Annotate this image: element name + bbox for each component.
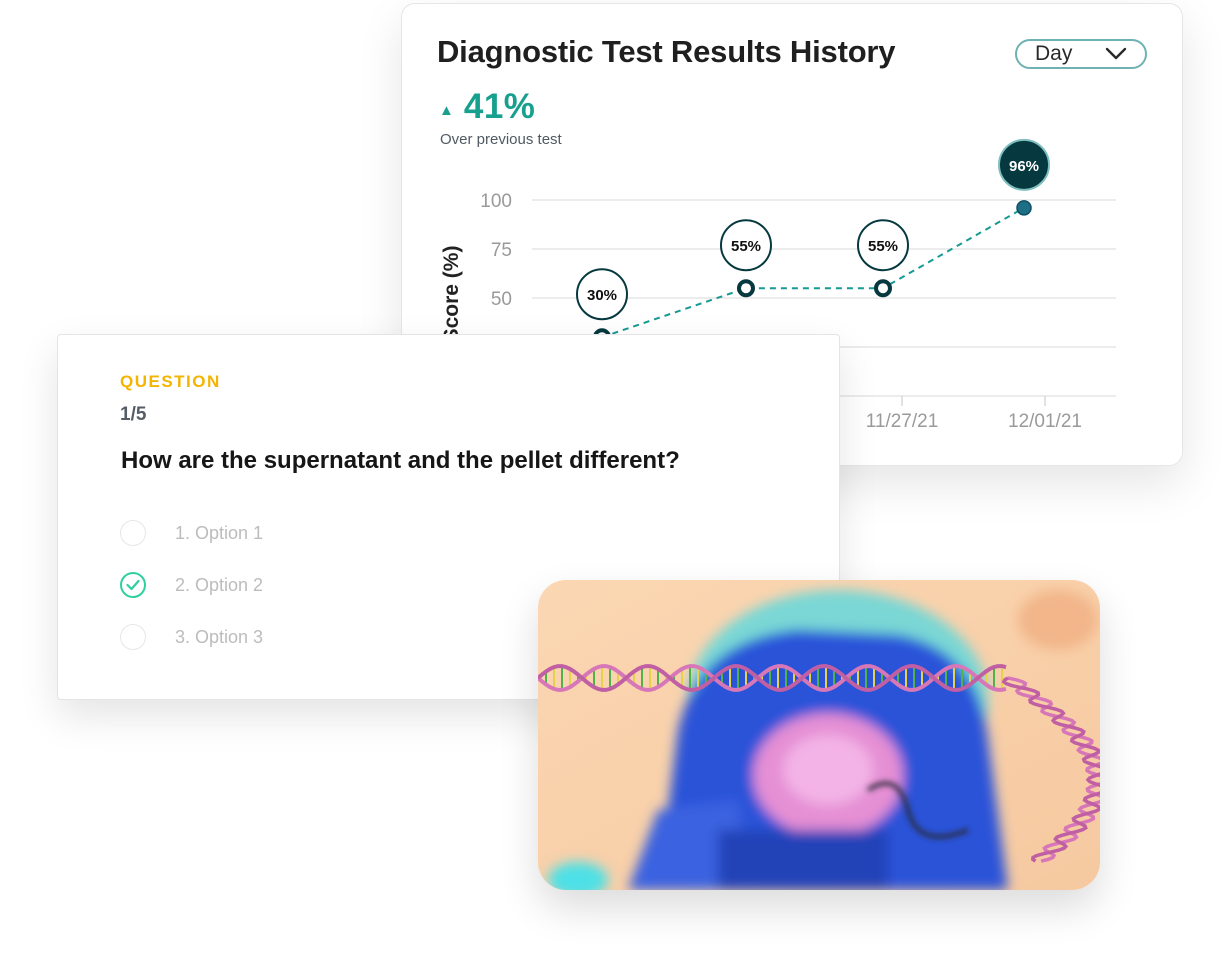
question-progress: 1/5 [120, 404, 147, 425]
data-point [874, 279, 892, 298]
question-label: QUESTION [120, 372, 221, 391]
answer-option-2[interactable]: 2. Option 2 [120, 572, 263, 598]
y-axis-label: Score (%) [440, 246, 463, 343]
point-layer: 30% 55% 55% 96% [576, 138, 1050, 347]
y-tick-label: 75 [491, 240, 512, 261]
y-tick-label: 100 [480, 191, 512, 212]
data-label: 96% [1009, 158, 1039, 175]
option-label: 2. Option 2 [175, 574, 264, 595]
x-tick-label: 12/01/21 [1008, 411, 1082, 432]
option-label: 3. Option 3 [175, 626, 264, 647]
answer-option-1[interactable]: 1. Option 1 [120, 520, 263, 546]
option-label: 1. Option 1 [175, 522, 264, 543]
line-layer [601, 206, 1025, 339]
data-label: 55% [868, 238, 898, 255]
radio-button-checked[interactable] [120, 572, 146, 598]
series-line [601, 206, 1025, 339]
data-point [737, 279, 755, 298]
radio-button[interactable] [120, 520, 146, 546]
answer-option-3[interactable]: 3. Option 3 [120, 624, 263, 650]
data-label: 30% [587, 287, 617, 304]
dna-cell-illustration [538, 580, 1100, 890]
question-text: How are the supernatant and the pellet d… [121, 447, 680, 474]
check-icon [126, 579, 140, 591]
y-tick-label: 50 [491, 289, 512, 310]
x-tick-label: 11/27/21 [866, 411, 939, 432]
radio-button[interactable] [120, 624, 146, 650]
data-label: 55% [731, 238, 761, 255]
data-point [1016, 200, 1032, 216]
